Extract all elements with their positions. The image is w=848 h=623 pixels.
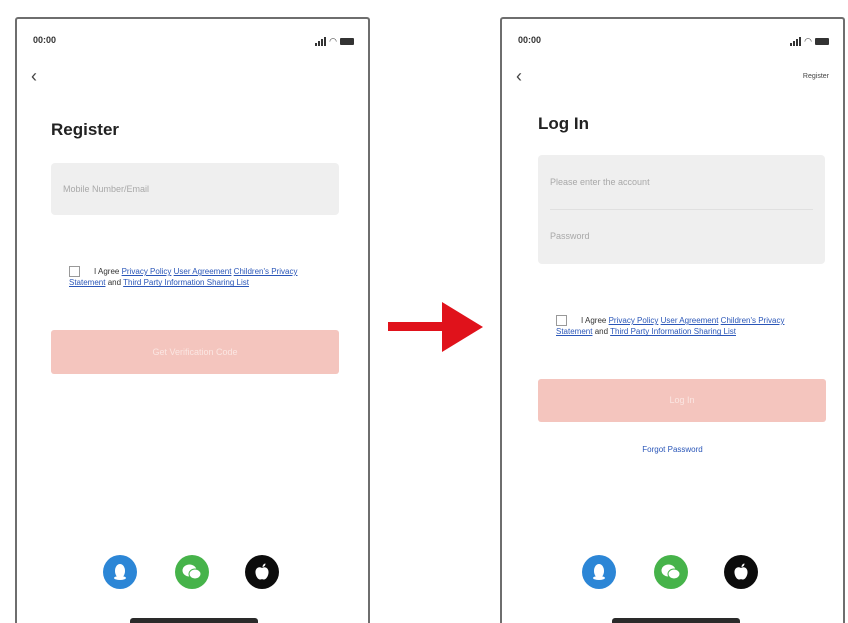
privacy-policy-link[interactable]: Privacy Policy <box>609 316 659 325</box>
signal-icon <box>790 36 802 46</box>
password-input[interactable]: Password <box>550 231 590 241</box>
status-bar: 00:00 ◠ <box>33 35 354 49</box>
agree-checkbox[interactable] <box>69 266 80 278</box>
user-agreement-link[interactable]: User Agreement <box>661 316 719 325</box>
privacy-policy-link[interactable]: Privacy Policy <box>122 267 172 276</box>
user-agreement-link[interactable]: User Agreement <box>174 267 232 276</box>
third-party-list-link[interactable]: Third Party Information Sharing List <box>610 327 736 336</box>
qq-icon[interactable] <box>582 555 616 589</box>
home-indicator <box>612 618 740 623</box>
wifi-icon: ◠ <box>804 35 812 46</box>
status-time: 00:00 <box>33 35 57 45</box>
wifi-icon: ◠ <box>329 35 337 46</box>
third-party-list-link[interactable]: Third Party Information Sharing List <box>123 278 249 287</box>
back-arrow-icon[interactable]: ‹ <box>31 67 37 85</box>
status-time: 00:00 <box>518 35 542 45</box>
back-arrow-icon[interactable]: ‹ <box>516 67 522 85</box>
register-screen: 00:00 ◠ ‹ Register Mobile Number/Email I… <box>15 17 370 623</box>
login-screen: 00:00 ◠ ‹ Register Log In Please enter t… <box>500 17 845 623</box>
qq-icon[interactable] <box>103 555 137 589</box>
get-verification-code-button[interactable]: Get Verification Code <box>51 330 339 374</box>
agreement-text: I Agree Privacy Policy User Agreement Ch… <box>556 315 785 337</box>
status-bar: 00:00 ◠ <box>518 35 829 49</box>
account-input[interactable]: Please enter the account <box>550 177 650 187</box>
apple-icon[interactable] <box>724 555 758 589</box>
agree-checkbox[interactable] <box>556 315 567 327</box>
login-button[interactable]: Log In <box>538 379 826 422</box>
apple-icon[interactable] <box>245 555 279 589</box>
forgot-password-link[interactable]: Forgot Password <box>502 445 843 454</box>
agreement-text: I Agree Privacy Policy User Agreement Ch… <box>69 266 298 288</box>
wechat-icon[interactable] <box>175 555 209 589</box>
page-title: Register <box>51 120 120 139</box>
signal-icon <box>315 36 327 46</box>
page-title: Log In <box>538 114 589 133</box>
mobile-email-input[interactable]: Mobile Number/Email <box>51 163 339 215</box>
register-link[interactable]: Register <box>803 73 829 80</box>
login-fields: Please enter the account Password <box>538 155 825 264</box>
battery-icon <box>340 37 354 45</box>
field-divider <box>550 209 813 210</box>
home-indicator <box>130 618 258 623</box>
battery-icon <box>815 37 829 45</box>
transition-arrow-icon <box>388 302 483 352</box>
wechat-icon[interactable] <box>654 555 688 589</box>
